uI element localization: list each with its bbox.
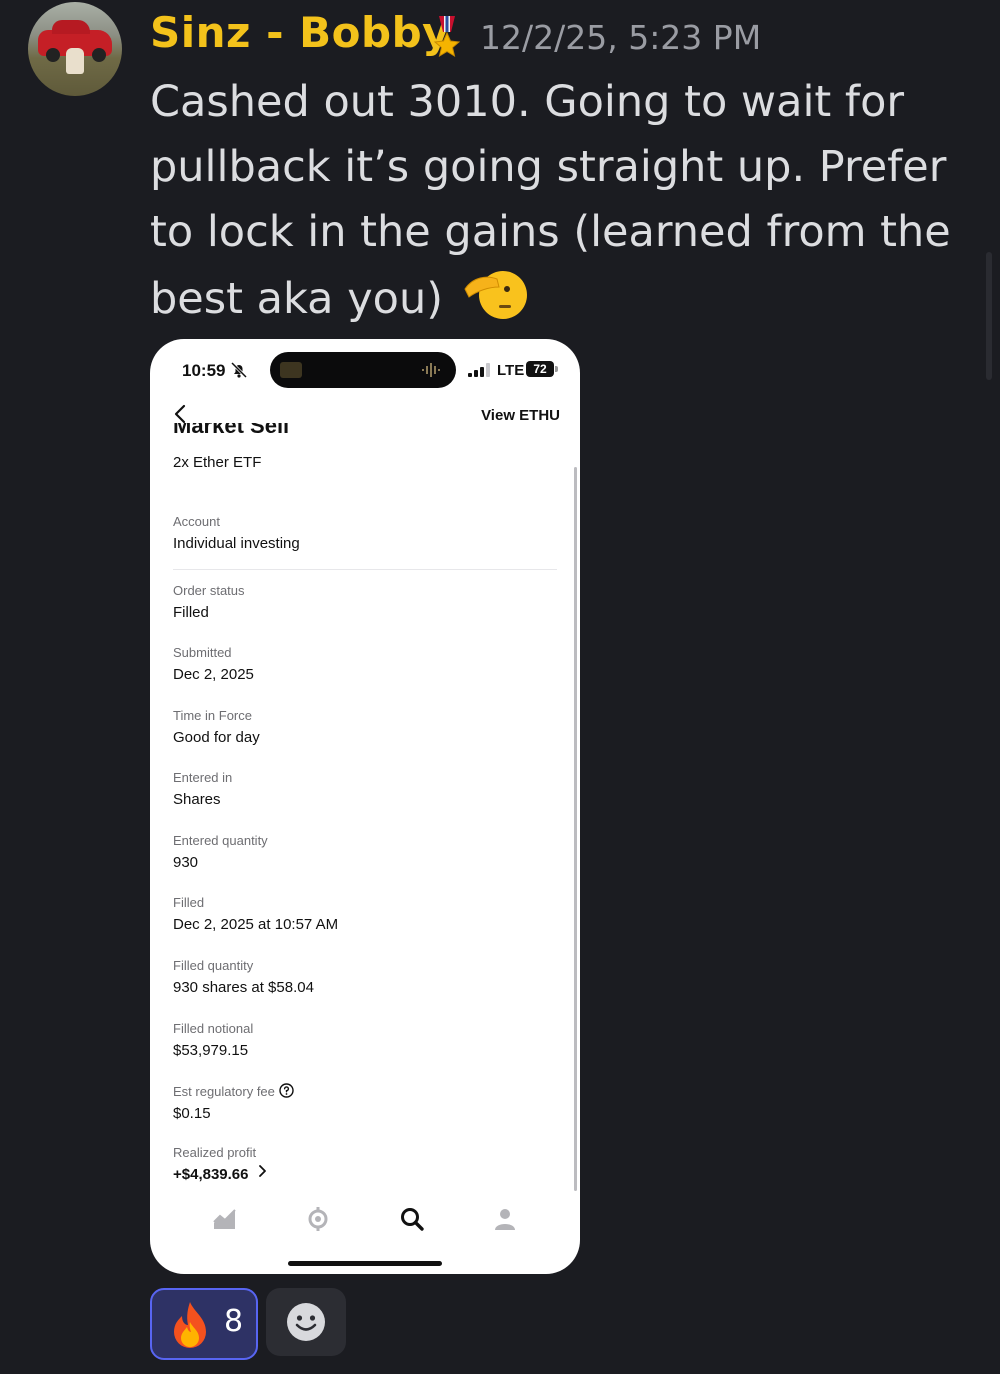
field-label: Realized profit	[173, 1145, 257, 1160]
military-medal-icon	[433, 16, 461, 58]
avatar-wheel	[92, 48, 106, 62]
realized-profit-value[interactable]: +$4,839.66	[173, 1166, 249, 1183]
now-playing-thumbnail	[280, 362, 302, 378]
field-value: $0.15	[173, 1105, 211, 1122]
avatar-dog	[66, 48, 84, 74]
field-value: Dec 2, 2025	[173, 666, 254, 683]
account-icon[interactable]	[491, 1205, 519, 1233]
scroll-indicator	[574, 467, 577, 1191]
user-avatar[interactable]	[28, 2, 122, 96]
search-icon[interactable]	[398, 1205, 426, 1233]
field-label: Entered quantity	[173, 833, 268, 848]
battery-level: 72	[526, 361, 558, 377]
chevron-left-icon[interactable]	[170, 403, 192, 425]
dynamic-island	[270, 352, 456, 388]
order-title: Market Sell	[173, 423, 290, 438]
investing-chart-icon[interactable]	[211, 1205, 239, 1233]
field-label: Filled	[173, 895, 205, 910]
divider	[173, 569, 557, 570]
crypto-icon[interactable]	[304, 1205, 332, 1233]
view-symbol-link[interactable]: View ETHU	[481, 407, 560, 424]
status-time: 10:59	[182, 361, 226, 380]
field-label: Order status	[173, 583, 245, 598]
field-label: Account	[173, 514, 220, 529]
field-value: Shares	[173, 791, 221, 808]
signal-bars-icon	[468, 363, 490, 377]
order-title-clipped: Market Sell	[173, 423, 433, 441]
field-label: Time in Force	[173, 708, 252, 723]
fire-icon	[174, 1302, 206, 1348]
message-timestamp[interactable]: 12/2/25, 5:23 PM	[480, 18, 761, 57]
reaction-count: 8	[224, 1304, 244, 1339]
message-body: Cashed out 3010. Going to wait for pullb…	[150, 70, 990, 332]
field-label: Submitted	[173, 645, 232, 660]
bell-muted-icon	[230, 361, 248, 379]
field-label: Entered in	[173, 770, 233, 785]
field-label: Est regulatory fee	[173, 1084, 275, 1099]
add-reaction-icon	[287, 1303, 325, 1341]
field-value: Dec 2, 2025 at 10:57 AM	[173, 916, 339, 933]
field-value: Filled	[173, 604, 209, 621]
field-label: Filled notional	[173, 1021, 254, 1036]
help-circle-icon[interactable]	[279, 1083, 294, 1098]
field-value: $53,979.15	[173, 1042, 249, 1059]
fire-reaction-button[interactable]: 8	[150, 1288, 258, 1360]
saluting-face-icon	[464, 271, 527, 319]
author-name[interactable]: Sinz - Bobby	[150, 8, 450, 57]
field-value: Individual investing	[173, 535, 300, 552]
avatar-wheel	[46, 48, 60, 62]
chevron-right-icon[interactable]	[257, 1165, 267, 1177]
add-reaction-button[interactable]	[266, 1288, 346, 1356]
audio-wave-icon	[422, 363, 440, 377]
attached-screenshot[interactable]: 10:59 LTE 72 View ETHU Market Sell 2x Et…	[150, 339, 580, 1274]
order-subtitle: 2x Ether ETF	[173, 454, 262, 471]
field-value: Good for day	[173, 729, 260, 746]
chat-scrollbar[interactable]	[986, 252, 992, 380]
message-text: Cashed out 3010. Going to wait for pullb…	[150, 77, 951, 324]
network-type: LTE	[497, 362, 525, 379]
field-value: 930	[173, 854, 199, 871]
field-value: 930 shares at $58.04	[173, 979, 314, 996]
field-label: Filled quantity	[173, 958, 254, 973]
home-indicator	[288, 1261, 442, 1266]
